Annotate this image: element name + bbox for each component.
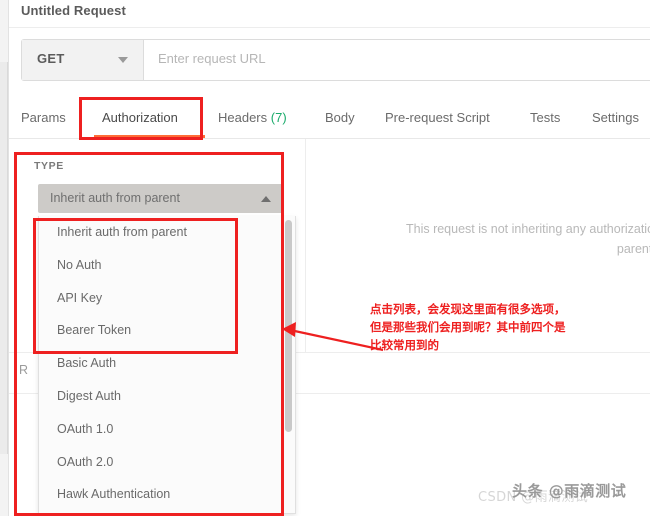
dropdown-item-digest-auth[interactable]: Digest Auth [39,380,295,413]
dropdown-item-oauth-1[interactable]: OAuth 1.0 [39,413,295,446]
auth-type-label: TYPE [34,160,64,172]
dropdown-item-label: OAuth 1.0 [57,422,113,436]
left-rail [0,0,9,516]
dropdown-item-oauth-2[interactable]: OAuth 2.0 [39,446,295,479]
dropdown-item-api-key[interactable]: API Key [39,282,295,315]
tab-params-label: Params [21,110,66,125]
auth-type-dropdown-menu[interactable]: Inherit auth from parent No Auth API Key… [38,216,296,514]
tab-pre-request-script-label: Pre-request Script [385,110,490,125]
dropdown-item-bearer-token[interactable]: Bearer Token [39,314,295,347]
tab-tests[interactable]: Tests [530,98,560,138]
left-rail-scroll-strip[interactable] [0,62,8,454]
request-title[interactable]: Untitled Request [21,0,126,22]
tab-pre-request-script[interactable]: Pre-request Script [385,98,490,138]
auth-type-select-value: Inherit auth from parent [50,191,180,205]
dropdown-item-label: Bearer Token [57,323,131,337]
dropdown-scrollbar[interactable] [284,216,294,512]
tab-headers-count: (7) [271,110,287,125]
tab-authorization-label: Authorization [102,110,178,125]
dropdown-item-hawk-authentication[interactable]: Hawk Authentication [39,478,295,511]
tab-headers-label: Headers [218,110,267,125]
dropdown-item-label: Hawk Authentication [57,487,170,501]
dropdown-item-label: No Auth [57,258,101,272]
tab-tests-label: Tests [530,110,560,125]
tab-authorization[interactable]: Authorization [102,98,178,138]
dropdown-item-label: Inherit auth from parent [57,225,187,239]
active-tab-indicator [94,135,205,138]
inherit-auth-message: This request is not inheriting any autho… [361,219,650,259]
request-title-bar: Untitled Request [9,0,650,28]
http-method-selector[interactable]: GET [22,40,144,80]
dropdown-item-label: OAuth 2.0 [57,455,113,469]
tab-settings-label: Settings [592,110,639,125]
postman-app-window: Untitled Request GET Params Authorizatio… [0,0,650,516]
response-section-label: R [19,363,28,377]
request-tab-strip: Params Authorization Headers (7) Body Pr… [9,98,650,139]
chevron-down-icon [118,57,128,63]
tab-body-label: Body [325,110,355,125]
request-url-input[interactable] [158,51,638,66]
tab-body[interactable]: Body [325,98,355,138]
dropdown-item-label: Basic Auth [57,356,116,370]
dropdown-item-label: API Key [57,291,102,305]
chevron-up-icon [261,196,271,202]
request-main-area: Untitled Request GET Params Authorizatio… [9,0,650,516]
dropdown-scrollbar-thumb[interactable] [285,220,292,432]
tab-headers[interactable]: Headers (7) [218,98,287,138]
dropdown-item-no-auth[interactable]: No Auth [39,249,295,282]
url-bar: GET [21,39,650,81]
auth-panel-divider [305,139,306,379]
tab-settings[interactable]: Settings [592,98,639,138]
auth-type-select[interactable]: Inherit auth from parent [38,184,283,213]
http-method-label: GET [37,51,65,66]
dropdown-item-basic-auth[interactable]: Basic Auth [39,347,295,380]
dropdown-item-inherit-auth-from-parent[interactable]: Inherit auth from parent [39,216,295,249]
dropdown-item-label: Digest Auth [57,389,121,403]
tab-params[interactable]: Params [21,98,66,138]
